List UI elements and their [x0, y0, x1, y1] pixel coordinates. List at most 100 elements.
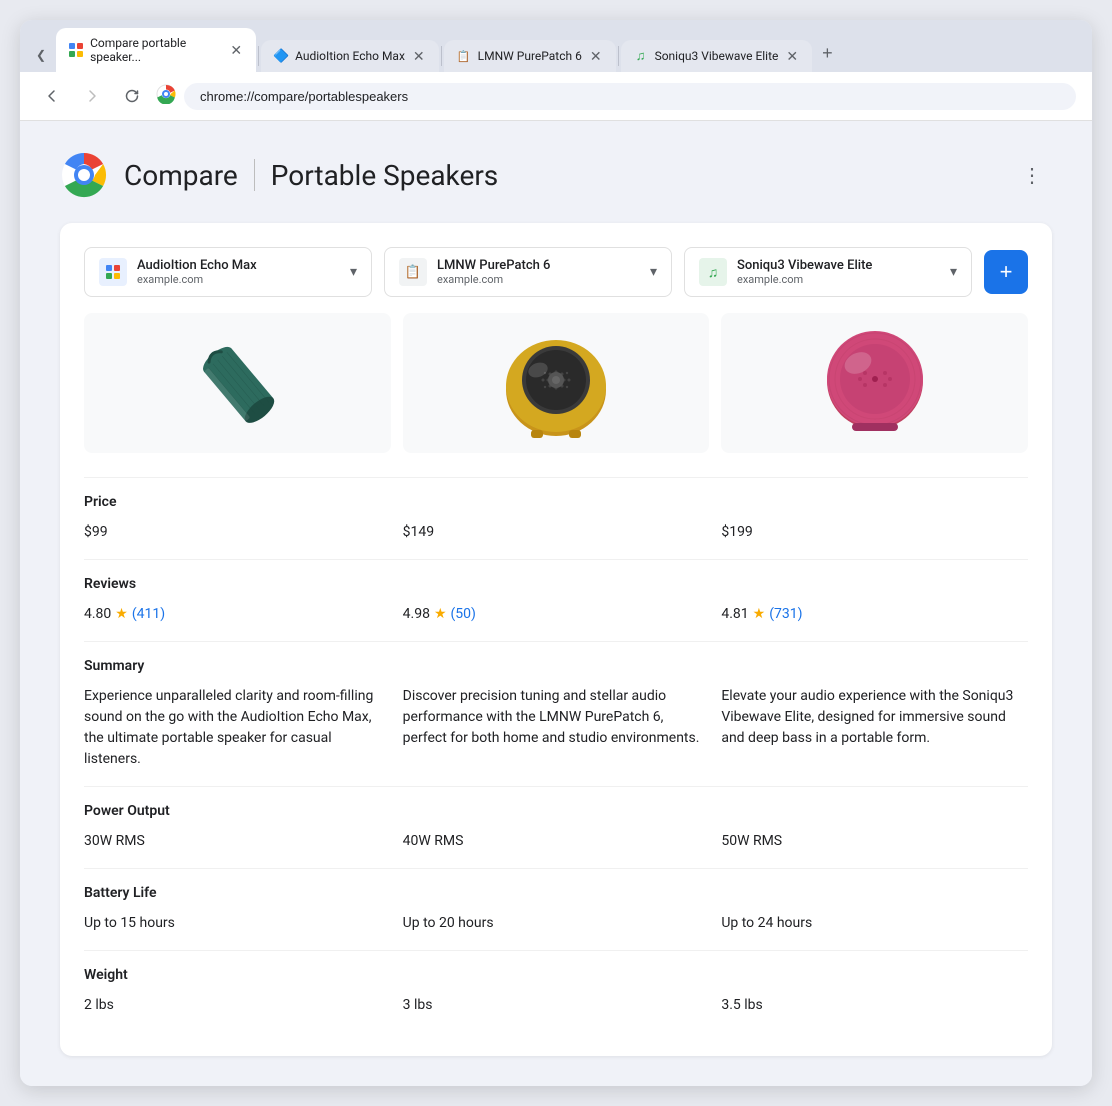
section-weight-header: Weight [84, 967, 1028, 983]
section-price-header: Price [84, 494, 1028, 510]
product-selectors: AudioItion Echo Max example.com ▾ 📋 LMNW… [84, 247, 1028, 297]
section-price: Price $99 $149 $199 [84, 477, 1028, 559]
more-options-button[interactable]: ⋮ [1012, 155, 1052, 195]
compare-header: Compare Portable Speakers ⋮ [60, 151, 1052, 199]
forward-button[interactable] [76, 80, 108, 112]
rating-3-number: 4.81 [721, 604, 748, 625]
section-power-values: 30W RMS 40W RMS 50W RMS [84, 831, 1028, 852]
summary-3: Elevate your audio experience with the S… [721, 686, 1028, 770]
product-2-image [403, 313, 710, 453]
rating-1-count: (411) [132, 604, 165, 625]
product-selector-2[interactable]: 📋 LMNW PurePatch 6 example.com ▾ [384, 247, 672, 297]
product-1-info: AudioItion Echo Max example.com [137, 258, 340, 286]
section-battery-header: Battery Life [84, 885, 1028, 901]
section-reviews: Reviews 4.80 ★ (411) 4.98 ★ (50) 4.81 ★ [84, 559, 1028, 641]
compare-brand: Compare Portable Speakers [60, 151, 498, 199]
product-2-domain: example.com [437, 273, 640, 286]
product-3-icon: ♫ [699, 258, 727, 286]
product-3-info: Soniqu3 Vibewave Elite example.com [737, 258, 940, 286]
address-input[interactable] [184, 83, 1076, 110]
tab-2-label: AudioItion Echo Max [295, 49, 405, 63]
lmnw-tab-icon: 📋 [456, 48, 472, 64]
product-1-icon [99, 258, 127, 286]
star-2-icon: ★ [434, 604, 447, 625]
battery-3: Up to 24 hours [721, 913, 1028, 934]
product-2-chevron: ▾ [650, 264, 657, 280]
power-1: 30W RMS [84, 831, 391, 852]
section-reviews-values: 4.80 ★ (411) 4.98 ★ (50) 4.81 ★ (731) [84, 604, 1028, 625]
weight-2: 3 lbs [403, 995, 710, 1016]
product-1-image [84, 313, 391, 453]
price-2: $149 [403, 522, 710, 543]
section-summary-header: Summary [84, 658, 1028, 674]
product-3-chevron: ▾ [950, 264, 957, 280]
product-images [84, 313, 1028, 453]
section-power-output: Power Output 30W RMS 40W RMS 50W RMS [84, 786, 1028, 868]
address-bar [20, 72, 1092, 121]
tab-lmnw[interactable]: 📋 LMNW PurePatch 6 ✕ [444, 40, 616, 72]
tab-compare[interactable]: Compare portable speaker... ✕ [56, 28, 256, 72]
section-price-values: $99 $149 $199 [84, 522, 1028, 543]
product-2-icon: 📋 [399, 258, 427, 286]
browser-window: ❮ Compare portable speaker... ✕ 🔷 AudioI… [20, 20, 1092, 1086]
weight-1: 2 lbs [84, 995, 391, 1016]
power-2: 40W RMS [403, 831, 710, 852]
product-selector-3[interactable]: ♫ Soniqu3 Vibewave Elite example.com ▾ [684, 247, 972, 297]
product-3-image [721, 313, 1028, 453]
compare-title: Portable Speakers [271, 159, 498, 192]
reload-button[interactable] [116, 80, 148, 112]
compare-label: Compare [124, 159, 238, 192]
rating-2-count: (50) [451, 604, 476, 625]
tab-audioition[interactable]: 🔷 AudioItion Echo Max ✕ [261, 40, 439, 72]
tab-3-close[interactable]: ✕ [588, 49, 604, 63]
section-power-header: Power Output [84, 803, 1028, 819]
battery-1: Up to 15 hours [84, 913, 391, 934]
site-favicon [156, 84, 176, 108]
battery-2: Up to 20 hours [403, 913, 710, 934]
power-3: 50W RMS [721, 831, 1028, 852]
add-product-button[interactable]: + [984, 250, 1028, 294]
tab-4-label: Soniqu3 Vibewave Elite [655, 49, 779, 63]
tab-scroll-left[interactable]: ❮ [28, 42, 54, 68]
tab-1-close[interactable]: ✕ [228, 43, 244, 57]
rating-3: 4.81 ★ (731) [721, 604, 1028, 625]
section-summary-values: Experience unparalleled clarity and room… [84, 686, 1028, 770]
rating-2: 4.98 ★ (50) [403, 604, 710, 625]
new-tab-button[interactable]: + [814, 39, 841, 68]
compare-card: AudioItion Echo Max example.com ▾ 📋 LMNW… [60, 223, 1052, 1056]
star-1-icon: ★ [115, 604, 128, 625]
product-1-chevron: ▾ [350, 264, 357, 280]
rating-3-count: (731) [769, 604, 802, 625]
section-reviews-header: Reviews [84, 576, 1028, 592]
tab-bar: ❮ Compare portable speaker... ✕ 🔷 AudioI… [20, 20, 1092, 72]
tab-2-close[interactable]: ✕ [411, 49, 427, 63]
tab-4-close[interactable]: ✕ [784, 49, 800, 63]
compare-divider [254, 159, 255, 191]
section-battery-values: Up to 15 hours Up to 20 hours Up to 24 h… [84, 913, 1028, 934]
product-selector-1[interactable]: AudioItion Echo Max example.com ▾ [84, 247, 372, 297]
audioition-tab-icon: 🔷 [273, 48, 289, 64]
section-weight: Weight 2 lbs 3 lbs 3.5 lbs [84, 950, 1028, 1032]
summary-1: Experience unparalleled clarity and room… [84, 686, 391, 770]
tab-soniqu3[interactable]: ♫ Soniqu3 Vibewave Elite ✕ [621, 40, 813, 72]
section-summary: Summary Experience unparalleled clarity … [84, 641, 1028, 786]
product-2-info: LMNW PurePatch 6 example.com [437, 258, 640, 286]
price-1: $99 [84, 522, 391, 543]
product-1-name: AudioItion Echo Max [137, 258, 340, 273]
summary-2: Discover precision tuning and stellar au… [403, 686, 710, 770]
price-3: $199 [721, 522, 1028, 543]
section-weight-values: 2 lbs 3 lbs 3.5 lbs [84, 995, 1028, 1016]
weight-3: 3.5 lbs [721, 995, 1028, 1016]
tab-sep-3 [618, 46, 619, 66]
product-3-domain: example.com [737, 273, 940, 286]
rating-2-number: 4.98 [403, 604, 430, 625]
tab-sep-2 [441, 46, 442, 66]
rating-1-number: 4.80 [84, 604, 111, 625]
tab-1-label: Compare portable speaker... [90, 36, 222, 64]
product-3-name: Soniqu3 Vibewave Elite [737, 258, 940, 273]
product-2-name: LMNW PurePatch 6 [437, 258, 640, 273]
tab-sep-1 [258, 46, 259, 66]
back-button[interactable] [36, 80, 68, 112]
soniqu3-tab-icon: ♫ [633, 48, 649, 64]
product-1-domain: example.com [137, 273, 340, 286]
